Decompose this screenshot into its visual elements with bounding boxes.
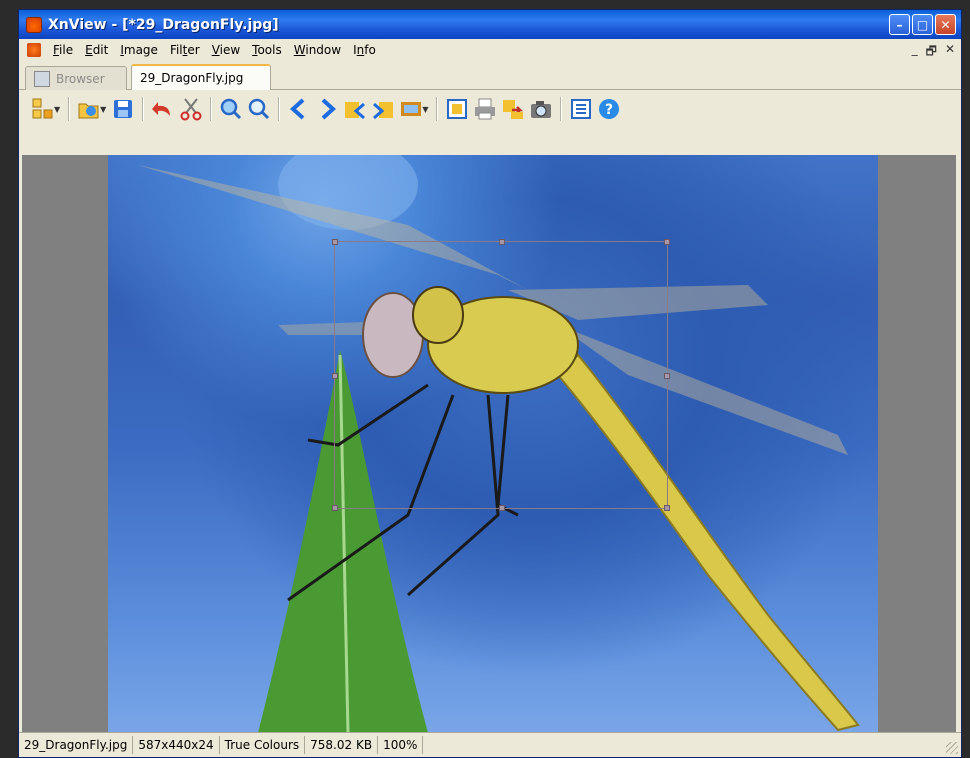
selection-handle-bottom-middle[interactable] — [499, 505, 505, 511]
properties-icon[interactable] — [567, 95, 595, 123]
toolbar-separator — [436, 97, 439, 121]
toolbar-separator — [210, 97, 213, 121]
mdi-controls: _ 🗗 ✕ — [912, 42, 955, 63]
selection-rectangle[interactable] — [332, 239, 670, 511]
tab-bar: Browser 29_DragonFly.jpg — [19, 61, 961, 90]
menu-edit[interactable]: Edit — [79, 43, 114, 57]
menu-tools[interactable]: Tools — [246, 43, 288, 57]
slideshow-icon[interactable] — [397, 95, 425, 123]
toolbar-separator — [560, 97, 563, 121]
open-dropdown-icon[interactable]: ▼ — [100, 105, 106, 114]
capture-icon[interactable] — [527, 95, 555, 123]
selection-handle-middle-right[interactable] — [664, 373, 670, 379]
minimize-button[interactable]: – — [889, 14, 910, 35]
toolbar: ▼ ▼ ▼ ? — [19, 90, 961, 128]
svg-text:?: ? — [605, 102, 613, 118]
browse-icon[interactable] — [29, 95, 57, 123]
browser-icon — [34, 70, 50, 87]
toolbar-separator — [68, 97, 71, 121]
xnview-app-icon[interactable] — [26, 16, 42, 33]
selection-handle-top-middle[interactable] — [499, 239, 505, 245]
tab-image-label: 29_DragonFly.jpg — [140, 71, 244, 85]
mdi-close-button[interactable]: ✕ — [945, 42, 955, 63]
title-bar[interactable]: XnView - [*29_DragonFly.jpg] – □ ✕ — [19, 10, 961, 39]
xnview-window: XnView - [*29_DragonFly.jpg] – □ ✕ File … — [18, 9, 962, 758]
last-icon[interactable] — [369, 95, 397, 123]
help-icon[interactable]: ? — [595, 95, 623, 123]
resize-grip[interactable] — [946, 742, 958, 754]
status-bar: 29_DragonFly.jpg 587x440x24 True Colours… — [19, 732, 961, 757]
tab-image[interactable]: 29_DragonFly.jpg — [131, 64, 271, 90]
zoom-in-icon[interactable] — [217, 95, 245, 123]
toolbar-separator — [278, 97, 281, 121]
toolbar-separator — [142, 97, 145, 121]
print-icon[interactable] — [471, 95, 499, 123]
status-color-mode: True Colours — [220, 736, 306, 754]
window-controls: – □ ✕ — [889, 14, 956, 35]
menu-image[interactable]: Image — [114, 43, 164, 57]
browse-dropdown-icon[interactable]: ▼ — [54, 105, 60, 114]
menu-info[interactable]: Info — [347, 43, 382, 57]
next-icon[interactable] — [313, 95, 341, 123]
selection-handle-bottom-right[interactable] — [664, 505, 670, 511]
tab-browser[interactable]: Browser — [25, 66, 127, 90]
menu-window[interactable]: Window — [288, 43, 347, 57]
mdi-restore-button[interactable]: 🗗 — [926, 42, 937, 63]
zoom-out-icon[interactable] — [245, 95, 273, 123]
status-dimensions: 587x440x24 — [133, 736, 220, 754]
menu-filter[interactable]: Filter — [164, 43, 206, 57]
minimize-icon: – — [896, 17, 903, 32]
status-zoom: 100% — [378, 736, 424, 754]
menu-file[interactable]: File — [47, 43, 79, 57]
selection-handle-middle-left[interactable] — [332, 373, 338, 379]
maximize-icon: □ — [916, 17, 929, 32]
close-icon: ✕ — [940, 17, 951, 32]
slideshow-dropdown-icon[interactable]: ▼ — [422, 105, 428, 114]
undo-icon[interactable] — [149, 95, 177, 123]
image-viewport[interactable] — [22, 155, 956, 733]
open-icon[interactable] — [75, 95, 103, 123]
window-title: XnView - [*29_DragonFly.jpg] — [48, 16, 279, 33]
fullscreen-icon[interactable] — [443, 95, 471, 123]
first-icon[interactable] — [341, 95, 369, 123]
document-menu-icon[interactable] — [27, 43, 41, 57]
tab-browser-label: Browser — [56, 71, 105, 86]
cut-icon[interactable] — [177, 95, 205, 123]
previous-icon[interactable] — [285, 95, 313, 123]
selection-handle-bottom-left[interactable] — [332, 505, 338, 511]
status-filename: 29_DragonFly.jpg — [19, 736, 134, 754]
selection-handle-top-left[interactable] — [332, 239, 338, 245]
selection-handle-top-right[interactable] — [664, 239, 670, 245]
save-icon[interactable] — [109, 95, 137, 123]
menu-view[interactable]: View — [206, 43, 246, 57]
dragonfly-photo[interactable] — [108, 155, 878, 733]
maximize-button[interactable]: □ — [912, 14, 933, 35]
convert-icon[interactable] — [499, 95, 527, 123]
mdi-minimize-button[interactable]: _ — [912, 42, 918, 63]
status-file-size: 758.02 KB — [305, 736, 379, 754]
close-button[interactable]: ✕ — [935, 14, 956, 35]
menu-bar: File Edit Image Filter View Tools Window… — [19, 39, 961, 61]
